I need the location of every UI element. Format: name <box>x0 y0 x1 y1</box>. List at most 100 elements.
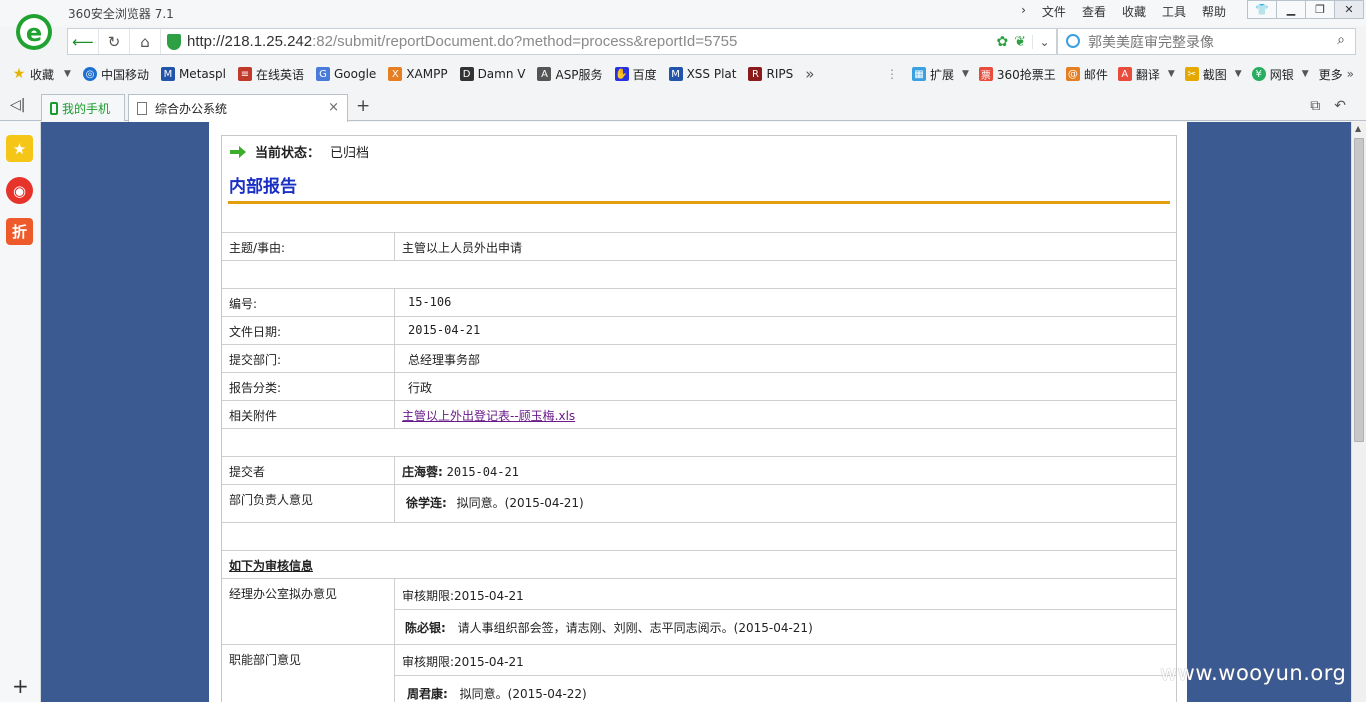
favorites-star-icon[interactable]: ★ <box>6 135 33 162</box>
refresh-icon[interactable]: ↻ <box>99 29 130 54</box>
toolbar-mail[interactable]: @ 邮件 <box>1065 66 1108 83</box>
asp-icon: A <box>537 67 552 81</box>
row-category: 报告分类: 行政 <box>222 372 1176 400</box>
bookmark-rips[interactable]: R RIPS <box>748 67 793 81</box>
url-path: :82/submit/reportDocument.do?method=proc… <box>312 33 738 50</box>
submitter-date: 2015-04-21 <box>446 465 519 479</box>
tab-my-phone[interactable]: 我的手机 <box>41 94 125 121</box>
func-opinion-subrow: 周君康: 拟同意。(2015-04-22) <box>395 675 1176 702</box>
url-text[interactable]: http://218.1.25.242:82/submit/reportDocu… <box>187 33 737 50</box>
bookmarks-bar: ★ 收藏 ▼ ◎ 中国移动 M Metaspl ≡ 在线英语 G Google X XAMPP… <box>0 62 1366 86</box>
menu-tools[interactable]: 工具 <box>1162 3 1186 20</box>
bookmark-dvwa[interactable]: D Damn V <box>459 67 525 81</box>
bookmark-baidu[interactable]: ✋ 百度 <box>614 66 657 83</box>
close-window-button[interactable]: ✕ <box>1334 0 1364 19</box>
top-menu: › 文件 查看 收藏 工具 帮助 <box>1005 3 1226 20</box>
office-opinion-subrow: 陈必银: 请人事组织部会签，请志刚、刘刚、志平同志阅示。(2015-04-21) <box>395 609 1176 645</box>
depthead-name: 徐学连: <box>406 496 447 510</box>
func-name: 周君康: <box>407 687 448 701</box>
func-label: 职能部门意见 <box>229 653 302 667</box>
depthead-label: 部门负责人意见 <box>229 493 314 507</box>
row-date: 文件日期: 2015-04-21 <box>222 316 1176 344</box>
search-box[interactable]: 郭美美庭审完整录像 ⌕ <box>1057 28 1356 55</box>
skin-icon[interactable]: 👕 <box>1247 0 1277 19</box>
row-spacer <box>222 522 1176 550</box>
minimize-button[interactable]: ▁ <box>1276 0 1306 19</box>
discount-icon[interactable]: 折 <box>6 218 33 245</box>
row-spacer <box>222 260 1176 288</box>
speedup-icon[interactable]: ✿ <box>997 34 1009 50</box>
translate-icon: A <box>1117 67 1132 81</box>
restore-tabs-icon[interactable]: ⧉ <box>1310 98 1320 114</box>
toolbar-more[interactable]: 更多» <box>1319 66 1354 83</box>
date-label: 文件日期: <box>229 325 282 339</box>
scroll-up-icon[interactable]: ▲ <box>1355 124 1361 133</box>
chevron-down-icon[interactable]: ▼ <box>1168 69 1175 79</box>
chevron-down-icon[interactable]: ▼ <box>1235 69 1242 79</box>
bookmark-english[interactable]: ≡ 在线英语 <box>237 66 304 83</box>
number-label: 编号: <box>229 297 258 311</box>
sidebar-add-icon[interactable]: + <box>12 674 29 698</box>
extension-icon: ▦ <box>911 67 926 81</box>
new-tab-button[interactable]: + <box>356 96 370 116</box>
report-page: 当前状态： 已归档 内部报告 主题/事由: 主管以上人员外出申请 编号: 15-… <box>209 122 1187 702</box>
dvwa-icon: D <box>459 67 474 81</box>
bookmark-asp[interactable]: A ASP服务 <box>537 66 603 83</box>
address-bar[interactable]: ⟵ ↻ ⌂ http://218.1.25.242:82/submit/repo… <box>67 28 1057 55</box>
toolbar-translate[interactable]: A 翻译 ▼ <box>1117 66 1175 83</box>
bookmark-xss[interactable]: M XSS Plat <box>668 67 736 81</box>
bookmark-google[interactable]: G Google <box>315 67 376 81</box>
submitter-name: 庄海蓉: <box>402 465 443 479</box>
menu-favorites[interactable]: 收藏 <box>1122 3 1146 20</box>
toolbar-extensions-button[interactable]: ▦ 扩展 ▼ <box>911 66 969 83</box>
toolbar-screenshot[interactable]: ✂ 截图 ▼ <box>1184 66 1242 83</box>
menu-view[interactable]: 查看 <box>1082 3 1106 20</box>
tab-office-system[interactable]: 综合办公系统 × <box>128 94 348 122</box>
row-number: 编号: 15-106 <box>222 288 1176 316</box>
toolbar-bank[interactable]: ¥ 网银 ▼ <box>1251 66 1309 83</box>
toolbar-ticket[interactable]: 票 360抢票王 <box>978 66 1056 83</box>
compat-leaf-icon[interactable]: ❦ <box>1014 34 1026 50</box>
tab-tools: ⧉ ↶ <box>1310 98 1346 114</box>
bookmark-china-mobile[interactable]: ◎ 中国移动 <box>82 66 149 83</box>
menu-help[interactable]: 帮助 <box>1202 3 1226 20</box>
page-icon <box>137 102 147 115</box>
undo-close-icon[interactable]: ↶ <box>1334 98 1346 114</box>
chevron-down-icon[interactable]: ▼ <box>962 69 969 79</box>
close-tab-icon[interactable]: × <box>328 100 339 115</box>
search-input[interactable]: 郭美美庭审完整录像 <box>1088 32 1214 52</box>
menu-collapse-icon[interactable]: › <box>1021 3 1026 20</box>
tab-history-icon[interactable]: ◁| <box>10 97 25 113</box>
subject-label: 主题/事由: <box>229 241 286 255</box>
chevron-down-icon[interactable]: ▼ <box>1302 69 1309 79</box>
mail-icon: @ <box>1065 67 1080 81</box>
search-engine-icon[interactable] <box>1066 34 1080 48</box>
back-arrow-icon[interactable]: ⟵ <box>68 29 99 54</box>
bookmark-favorites[interactable]: ★ 收藏 ▼ <box>12 66 71 83</box>
home-icon[interactable]: ⌂ <box>130 29 161 54</box>
search-icon[interactable]: ⌕ <box>1337 32 1345 48</box>
status-value: 已归档 <box>330 146 370 161</box>
status-line: 当前状态： 已归档 <box>229 142 369 161</box>
chevron-down-icon[interactable]: ▼ <box>64 69 71 79</box>
maximize-button[interactable]: ❐ <box>1305 0 1335 19</box>
menu-file[interactable]: 文件 <box>1042 3 1066 20</box>
row-functional-opinion: 职能部门意见 审核期限:2015-04-21 周君康: 拟同意。(2015-04… <box>222 644 1176 702</box>
security-shield-icon[interactable] <box>167 33 181 50</box>
row-review-header: 如下为审核信息 <box>222 550 1176 578</box>
weibo-icon[interactable]: ◉ <box>6 177 33 204</box>
separator-dots-icon: ⋮ <box>885 67 898 81</box>
bookmark-metasploit[interactable]: M Metaspl <box>160 67 226 81</box>
dropdown-chevron-icon[interactable]: ⌄ <box>1032 34 1056 49</box>
row-subject: 主题/事由: 主管以上人员外出申请 <box>222 232 1176 260</box>
func-text: 拟同意。(2015-04-22) <box>459 687 587 701</box>
column-divider <box>394 485 395 522</box>
bookmarks-overflow-button[interactable]: » <box>805 65 814 83</box>
attachment-link[interactable]: 主管以上外出登记表--顾玉梅.xls <box>402 407 575 424</box>
baidu-icon: ✋ <box>614 67 629 81</box>
bookmark-xampp[interactable]: X XAMPP <box>388 67 448 81</box>
ticket-icon: 票 <box>978 67 993 82</box>
google-icon: G <box>315 67 330 81</box>
vertical-scrollbar[interactable]: ▲ <box>1351 122 1366 702</box>
scroll-thumb[interactable] <box>1354 138 1364 442</box>
